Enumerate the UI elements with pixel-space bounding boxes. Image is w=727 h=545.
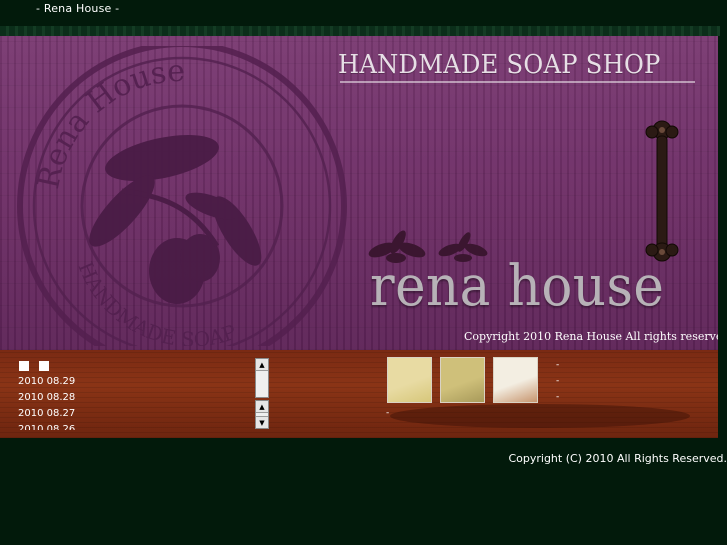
product-link[interactable]: - (556, 392, 559, 402)
product-link[interactable]: - (556, 376, 559, 386)
news-checkbox[interactable] (19, 361, 29, 371)
news-item-date[interactable]: 2010 08.27 (18, 406, 158, 422)
soap-photo-icon[interactable] (387, 357, 432, 403)
wood-shadow (390, 404, 690, 428)
soap-photo-icon[interactable] (440, 357, 485, 403)
door-handle-icon (645, 120, 679, 262)
brand-name: rena house (370, 254, 665, 319)
news-list: 2010 08.29 2010 08.28 2010 08.27 2010 08… (18, 374, 158, 430)
hero-banner: Rena House HANDMADE SOAP HANDMADE SOAP S… (0, 36, 718, 350)
footer-copyright: Copyright (C) 2010 All Rights Reserved. (508, 452, 727, 465)
stamp-logo-icon: Rena House HANDMADE SOAP (17, 46, 347, 346)
wood-panel: 2010 08.29 2010 08.28 2010 08.27 2010 08… (0, 350, 718, 438)
scroll-up-icon[interactable]: ▲ (256, 401, 268, 413)
shop-heading: HANDMADE SOAP SHOP (338, 50, 661, 80)
product-link[interactable]: - (556, 360, 559, 370)
soap-photo-icon[interactable] (493, 357, 538, 403)
scroll-up-icon[interactable]: ▲ (256, 359, 268, 371)
top-bar: - Rena House - (0, 0, 727, 26)
scroll-down-icon[interactable]: ▼ (256, 416, 268, 428)
news-item-date[interactable]: 2010 08.29 (18, 374, 158, 390)
news-item-date[interactable]: 2010 08.26 (18, 422, 158, 430)
news-checkbox[interactable] (39, 361, 49, 371)
heading-underline (340, 81, 695, 83)
news-scrollbar[interactable]: ▲ (255, 358, 269, 398)
site-title[interactable]: - Rena House - (36, 2, 119, 15)
news-item-date[interactable]: 2010 08.28 (18, 390, 158, 406)
product-link[interactable]: - (386, 408, 389, 418)
decorative-stripe (0, 26, 720, 36)
banner-copyright: Copyright 2010 Rena House All rights res… (464, 330, 718, 343)
news-scrollbar-lower[interactable]: ▲ ▼ (255, 400, 269, 429)
